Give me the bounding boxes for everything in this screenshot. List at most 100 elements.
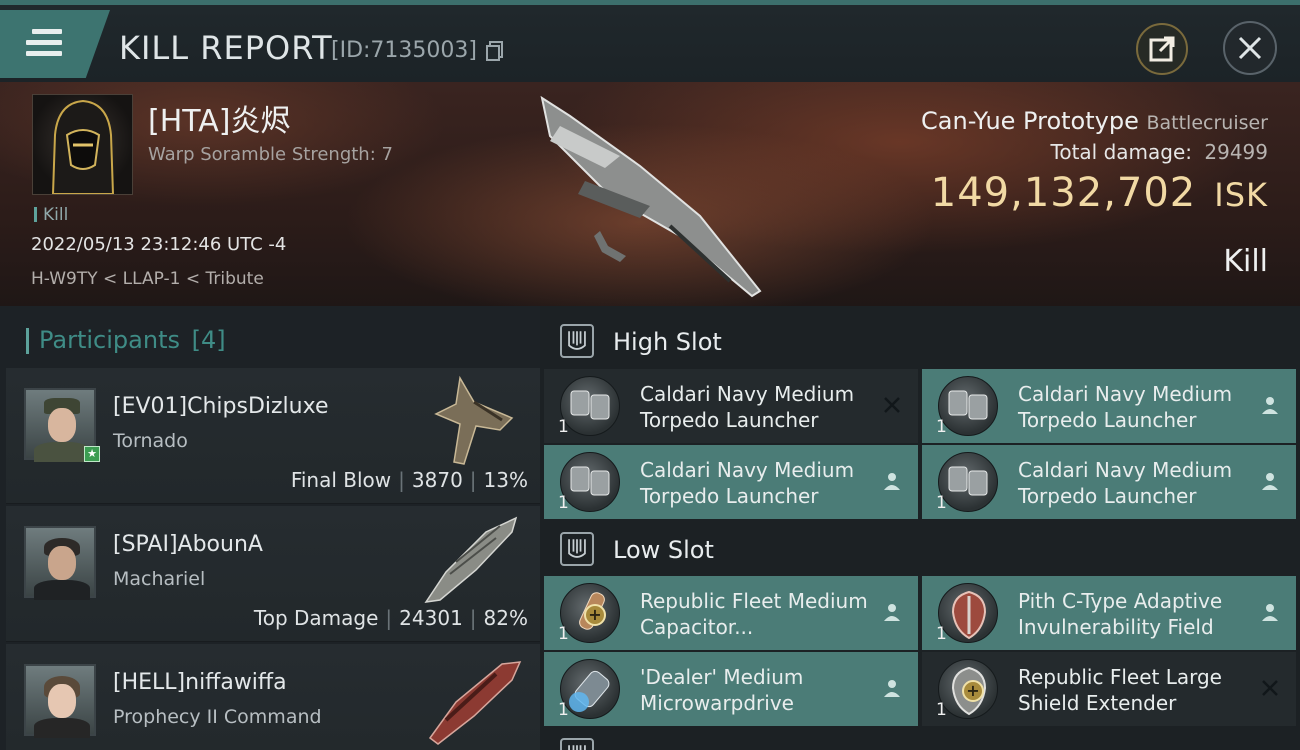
kill-type: Kill <box>1223 244 1268 279</box>
module-quantity: 1 <box>558 624 569 644</box>
module-slot[interactable]: + 1 Republic Fleet Medium Capacitor... <box>544 576 918 650</box>
kill-location: H-W9TY < LLAP-1 < Tribute <box>31 269 264 289</box>
participant-damage: 3870 <box>411 468 463 492</box>
close-button[interactable] <box>1223 21 1277 75</box>
dropped-person-icon <box>884 680 900 697</box>
isk-unit: ISK <box>1214 176 1268 214</box>
share-button[interactable] <box>1136 23 1188 75</box>
participant-role: Final Blow <box>290 468 392 492</box>
module-name: Republic Fleet Medium Capacitor... <box>640 589 868 639</box>
ship-name: Can-Yue Prototype <box>921 107 1139 135</box>
participant-stats: Final Blow | 3870 | 13% <box>290 468 528 492</box>
hamburger-icon <box>26 29 62 57</box>
torpedo-launcher-icon <box>938 452 998 512</box>
torpedo-launcher-icon <box>560 376 620 436</box>
isk-amount: 149,132,702 <box>930 170 1197 216</box>
module-name: 'Dealer' Medium Microwarpdrive <box>640 665 804 715</box>
module-name: Pith C-Type Adaptive Invulnerability Fie… <box>1018 589 1223 639</box>
module-quantity: 1 <box>558 493 569 513</box>
isk-value: 149,132,702 ISK <box>931 170 1268 216</box>
participant-ship: Machariel <box>113 568 206 590</box>
participants-label: Participants <box>39 326 180 354</box>
module-name: Caldari Navy Medium Torpedo Launcher <box>640 458 855 508</box>
module-quantity: 1 <box>936 700 947 720</box>
participant-ship: Prophecy II Command <box>113 706 322 728</box>
victim-ship-line: Can-Yue Prototype Battlecruiser <box>921 107 1268 135</box>
module-slot[interactable]: 1 'Dealer' Medium Microwarpdrive <box>544 652 918 726</box>
module-quantity: 1 <box>936 493 947 513</box>
microwarpdrive-icon <box>560 659 620 719</box>
participant-row[interactable]: [SPAI]AbounA Machariel Top Damage | 24301 |… <box>6 506 540 642</box>
torpedo-launcher-icon <box>938 376 998 436</box>
next-slot-header <box>540 732 1300 750</box>
total-damage-value: 29499 <box>1204 140 1268 164</box>
module-quantity: 1 <box>936 417 947 437</box>
total-damage-label: Total damage: <box>1050 140 1193 164</box>
participant-stats: Top Damage | 24301 | 82% <box>253 606 528 630</box>
participant-percent: 13% <box>483 468 528 492</box>
share-icon <box>1149 36 1175 62</box>
dropped-person-icon <box>884 473 900 490</box>
ship-class: Battlecruiser <box>1146 112 1268 134</box>
participant-name: [EV01]ChipsDizluxe <box>113 394 329 419</box>
module-slot[interactable]: + 1 Republic Fleet Large Shield Extender <box>922 652 1296 726</box>
prophecy-ship-image <box>428 661 522 745</box>
victim-ship-image <box>540 95 762 298</box>
module-name: Republic Fleet Large Shield Extender <box>1018 665 1222 715</box>
participant-row[interactable]: ★ [EV01]ChipsDizluxe Tornado Final Blow |… <box>6 368 540 504</box>
participants-count: [4] <box>191 326 226 354</box>
module-slot[interactable]: 1 Caldari Navy Medium Torpedo Launcher <box>544 445 918 519</box>
close-icon <box>1238 36 1262 60</box>
victim-banner: [HTA]炎烬 Warp Soramble Strength: 7 Kill 2… <box>0 82 1300 306</box>
page-title: KILL REPORT <box>119 29 333 67</box>
low-slot-icon <box>560 532 594 566</box>
high-slot-header: High Slot <box>540 310 1300 372</box>
destroyed-x-icon <box>884 397 900 413</box>
low-slot-label: Low Slot <box>613 536 714 564</box>
top-bar: KILL REPORT [ID:7135003] <box>0 0 1300 82</box>
low-slot-header: Low Slot <box>540 518 1300 580</box>
copy-icon[interactable] <box>486 41 504 61</box>
dropped-person-icon <box>884 604 900 621</box>
module-slot[interactable]: 1 Caldari Navy Medium Torpedo Launcher <box>922 369 1296 443</box>
high-slot-label: High Slot <box>613 328 722 356</box>
fitting-panel: High Slot 1 Caldari Navy Medium Torpedo … <box>540 306 1300 750</box>
high-slot-icon <box>560 324 594 358</box>
dropped-person-icon <box>1262 604 1278 621</box>
dropped-person-icon <box>1262 397 1278 414</box>
avatar[interactable]: ★ <box>24 388 100 462</box>
destroyed-x-icon <box>1262 680 1278 696</box>
module-slot[interactable]: 1 Caldari Navy Medium Torpedo Launcher <box>544 369 918 443</box>
participant-name: [SPAI]AbounA <box>113 532 263 557</box>
warp-scramble-strength: Warp Soramble Strength: 7 <box>148 144 393 165</box>
plus-icon: + <box>962 680 984 702</box>
victim-portrait[interactable] <box>32 94 133 195</box>
dropped-person-icon <box>1262 473 1278 490</box>
shield-field-icon <box>938 583 998 643</box>
report-id: [ID:7135003] <box>331 38 477 63</box>
module-name: Caldari Navy Medium Torpedo Launcher <box>1018 458 1233 508</box>
module-slot[interactable]: 1 Caldari Navy Medium Torpedo Launcher <box>922 445 1296 519</box>
kill-datetime: 2022/05/13 23:12:46 UTC -4 <box>31 234 287 255</box>
menu-button[interactable] <box>0 10 110 78</box>
participant-name: [HELL]niffawiffa <box>113 670 287 695</box>
module-quantity: 1 <box>558 417 569 437</box>
participant-percent: 82% <box>483 606 528 630</box>
avatar[interactable] <box>24 526 96 600</box>
participants-header: Participants [4] <box>26 326 226 354</box>
plus-icon: + <box>584 604 606 626</box>
participant-role: Top Damage <box>253 606 379 630</box>
participants-panel: Participants [4] ★ [EV01]ChipsDizluxe To… <box>0 306 540 750</box>
module-slot[interactable]: 1 Pith C-Type Adaptive Invulnerability F… <box>922 576 1296 650</box>
module-quantity: 1 <box>558 700 569 720</box>
avatar[interactable] <box>24 664 96 738</box>
final-blow-star-icon: ★ <box>84 446 100 462</box>
participant-row[interactable]: [HELL]niffawiffa Prophecy II Command <box>6 644 540 750</box>
participant-damage: 24301 <box>399 606 463 630</box>
victim-name: [HTA]炎烬 <box>148 104 291 139</box>
slot-icon <box>560 738 594 750</box>
total-damage: Total damage: 29499 <box>1051 140 1268 164</box>
machariel-ship-image <box>424 516 518 603</box>
participant-ship: Tornado <box>113 430 188 452</box>
module-name: Caldari Navy Medium Torpedo Launcher <box>640 382 855 432</box>
